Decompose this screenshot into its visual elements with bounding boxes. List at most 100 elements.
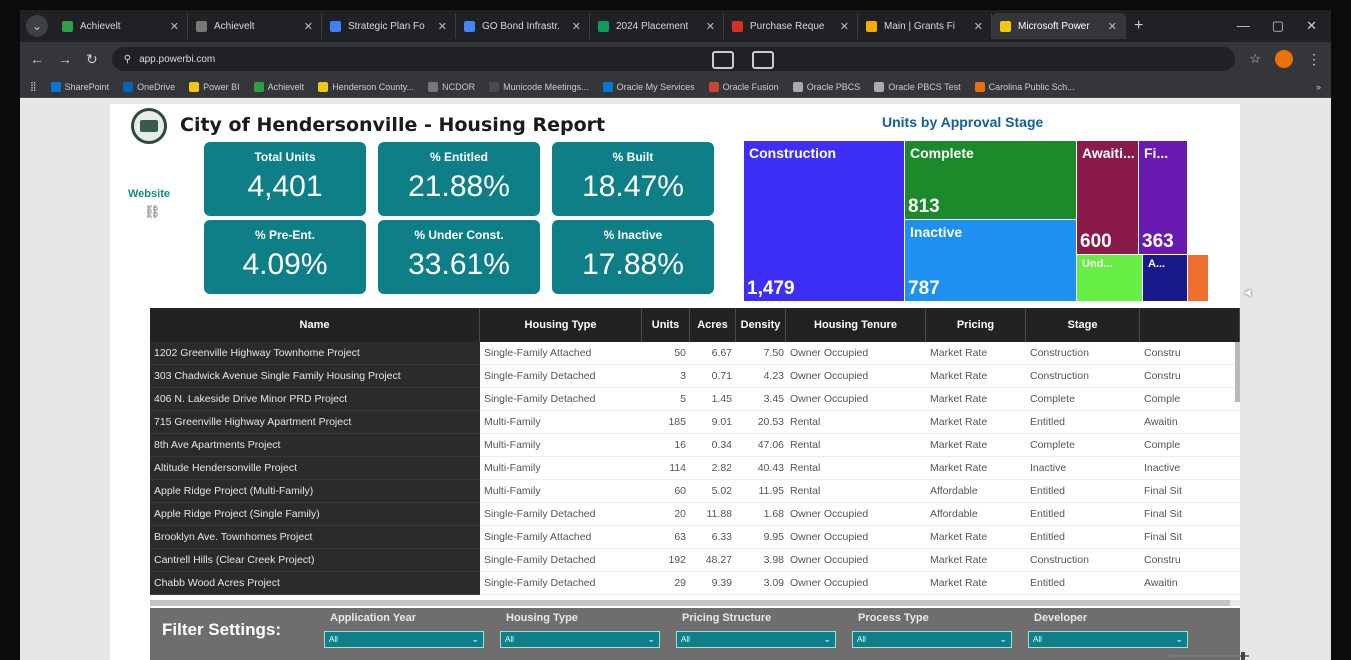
column-header[interactable] xyxy=(1140,308,1240,342)
table-row[interactable]: 406 N. Lakeside Drive Minor PRD Project S… xyxy=(150,388,1240,411)
treemap-tile[interactable]: Construction 1,479 xyxy=(744,141,904,301)
browser-tab[interactable]: Achievelt ✕ xyxy=(188,13,322,39)
treemap-tile-label: Complete xyxy=(910,145,974,161)
treemap-tile[interactable]: Awaiti... 600 xyxy=(1077,141,1138,254)
bookmark-label: Municode Meetings... xyxy=(503,81,589,92)
treemap-tile[interactable] xyxy=(1188,255,1208,301)
bookmark-item[interactable]: Oracle My Services xyxy=(602,81,695,92)
bookmark-item[interactable]: Oracle Fusion xyxy=(708,81,779,92)
table-cell: Entitled xyxy=(1026,526,1140,549)
treemap-tile[interactable]: A... xyxy=(1143,255,1187,301)
bookmark-favicon-icon xyxy=(318,81,329,92)
present-icon[interactable] xyxy=(751,51,774,69)
table-row[interactable]: 8th Ave Apartments Project Multi-Family 16… xyxy=(150,434,1240,457)
bookmark-item[interactable]: Carolina Public Sch... xyxy=(974,81,1075,92)
url-bar[interactable]: ⚲ app.powerbi.com xyxy=(111,47,1236,71)
table-row[interactable]: 303 Chadwick Avenue Single Family Housin… xyxy=(150,365,1240,388)
column-header[interactable]: Pricing xyxy=(926,308,1026,342)
filter-dropdown[interactable]: All ⌄ xyxy=(852,631,1012,648)
bookmark-item[interactable]: NCDOR xyxy=(428,81,476,92)
kpi-label: % Entitled xyxy=(429,150,488,164)
table-row[interactable]: Apple Ridge Project (Multi-Family) Multi-… xyxy=(150,480,1240,503)
browser-tab[interactable]: Main | Grants Fi ✕ xyxy=(858,13,992,39)
tab-close-icon[interactable]: ✕ xyxy=(974,20,983,33)
tab-close-icon[interactable]: ✕ xyxy=(572,20,581,33)
horizontal-scrollbar[interactable] xyxy=(150,600,1240,606)
browser-tab[interactable]: GO Bond Infrastr. ✕ xyxy=(456,13,590,39)
tab-search-icon[interactable]: ⌄ xyxy=(26,15,48,37)
browser-tab[interactable]: Achievelt ✕ xyxy=(54,13,188,39)
table-cell: Inactive xyxy=(1140,457,1240,480)
table-cell: 48.27 xyxy=(690,549,736,572)
treemap-tile[interactable]: Fi... 363 xyxy=(1139,141,1187,254)
bookmark-star-icon[interactable]: ☆ xyxy=(1249,51,1261,67)
table-row[interactable]: Apple Ridge Project (Single Family) Singl… xyxy=(150,503,1240,526)
more-bookmarks-icon[interactable]: » xyxy=(1316,82,1321,92)
site-info-icon[interactable]: ⚲ xyxy=(124,54,131,65)
maximize-icon[interactable]: ▢ xyxy=(1272,18,1284,34)
projects-table: ▲ NameHousing TypeUnitsAcresDensityHousi… xyxy=(150,308,1240,606)
forward-icon[interactable]: → xyxy=(58,51,72,67)
browser-tab[interactable]: 2024 Placement ✕ xyxy=(590,13,724,39)
vertical-scrollbar[interactable] xyxy=(1235,342,1240,402)
profile-avatar[interactable] xyxy=(1275,50,1293,68)
tab-title: Strategic Plan Fo xyxy=(348,20,425,32)
back-icon[interactable]: ← xyxy=(30,51,44,67)
bookmark-item[interactable]: Power BI xyxy=(189,81,240,92)
table-cell: 60 xyxy=(642,480,690,503)
new-tab-icon[interactable]: + xyxy=(1134,17,1143,35)
zoom-slider[interactable] xyxy=(1159,652,1319,660)
website-link[interactable]: Website xyxy=(128,188,170,200)
treemap-tile[interactable]: Inactive 787 xyxy=(905,220,1076,301)
tab-close-icon[interactable]: ✕ xyxy=(1108,20,1117,33)
close-window-icon[interactable]: ✕ xyxy=(1306,18,1317,34)
table-cell: Multi-Family xyxy=(480,457,642,480)
treemap-tile-label: Construction xyxy=(749,145,837,161)
link-icon[interactable]: ⛓ xyxy=(144,204,161,220)
bookmark-item[interactable]: SharePoint xyxy=(50,81,109,92)
menu-kebab-icon[interactable]: ⋮ xyxy=(1307,51,1321,68)
share-window-icon[interactable] xyxy=(711,51,734,69)
tab-close-icon[interactable]: ✕ xyxy=(706,20,715,33)
table-cell: 8th Ave Apartments Project xyxy=(150,434,480,457)
filter-dropdown[interactable]: All ⌄ xyxy=(324,631,484,648)
column-header[interactable]: Housing Tenure xyxy=(786,308,926,342)
table-row[interactable]: Cantrell Hills (Clear Creek Project) Sing… xyxy=(150,549,1240,572)
tab-close-icon[interactable]: ✕ xyxy=(170,20,179,33)
column-header[interactable]: Name xyxy=(150,308,480,342)
apps-grid-icon[interactable]: ⣿ xyxy=(30,81,37,92)
column-header[interactable]: Units xyxy=(642,308,690,342)
bookmark-item[interactable]: Municode Meetings... xyxy=(489,81,589,92)
browser-tab[interactable]: Purchase Reque ✕ xyxy=(724,13,858,39)
table-row[interactable]: Altitude Hendersonville Project Multi-Fam… xyxy=(150,457,1240,480)
filter-dropdown[interactable]: All ⌄ xyxy=(1028,631,1188,648)
bookmark-item[interactable]: Oracle PBCS xyxy=(792,81,860,92)
table-cell: Single-Family Detached xyxy=(480,549,642,572)
treemap-tile[interactable]: Complete 813 xyxy=(905,141,1076,219)
tab-close-icon[interactable]: ✕ xyxy=(304,20,313,33)
bookmark-item[interactable]: Achievelt xyxy=(253,81,304,92)
bookmark-label: NCDOR xyxy=(442,81,476,92)
minimize-icon[interactable]: — xyxy=(1237,18,1250,34)
column-header[interactable]: Stage xyxy=(1026,308,1140,342)
browser-tab[interactable]: Strategic Plan Fo ✕ xyxy=(322,13,456,39)
treemap-tile-value: 1,479 xyxy=(747,278,795,299)
column-header[interactable]: Housing Type xyxy=(480,308,642,342)
column-header[interactable]: Density xyxy=(736,308,786,342)
browser-window: ⌄ Achievelt ✕ Achievelt ✕ Strategic Plan Fo ✕… xyxy=(20,10,1331,660)
filter-dropdown[interactable]: All ⌄ xyxy=(500,631,660,648)
table-row[interactable]: 715 Greenville Highway Apartment Project… xyxy=(150,411,1240,434)
filter-dropdown[interactable]: All ⌄ xyxy=(676,631,836,648)
table-row[interactable]: 1202 Greenville Highway Townhome Project… xyxy=(150,342,1240,365)
table-row[interactable]: Chabb Wood Acres Project Single-Family De… xyxy=(150,572,1240,595)
browser-tab[interactable]: Microsoft Power ✕ xyxy=(992,13,1126,39)
reload-icon[interactable]: ↻ xyxy=(86,51,98,68)
bookmark-item[interactable]: OneDrive xyxy=(123,81,175,92)
tab-close-icon[interactable]: ✕ xyxy=(438,20,447,33)
treemap-tile[interactable]: Und... xyxy=(1077,255,1142,301)
table-row[interactable]: Brooklyn Ave. Townhomes Project Single-Fa… xyxy=(150,526,1240,549)
bookmark-item[interactable]: Henderson County... xyxy=(318,81,414,92)
tab-close-icon[interactable]: ✕ xyxy=(840,20,849,33)
bookmark-item[interactable]: Oracle PBCS Test xyxy=(874,81,961,92)
column-header[interactable]: Acres xyxy=(690,308,736,342)
